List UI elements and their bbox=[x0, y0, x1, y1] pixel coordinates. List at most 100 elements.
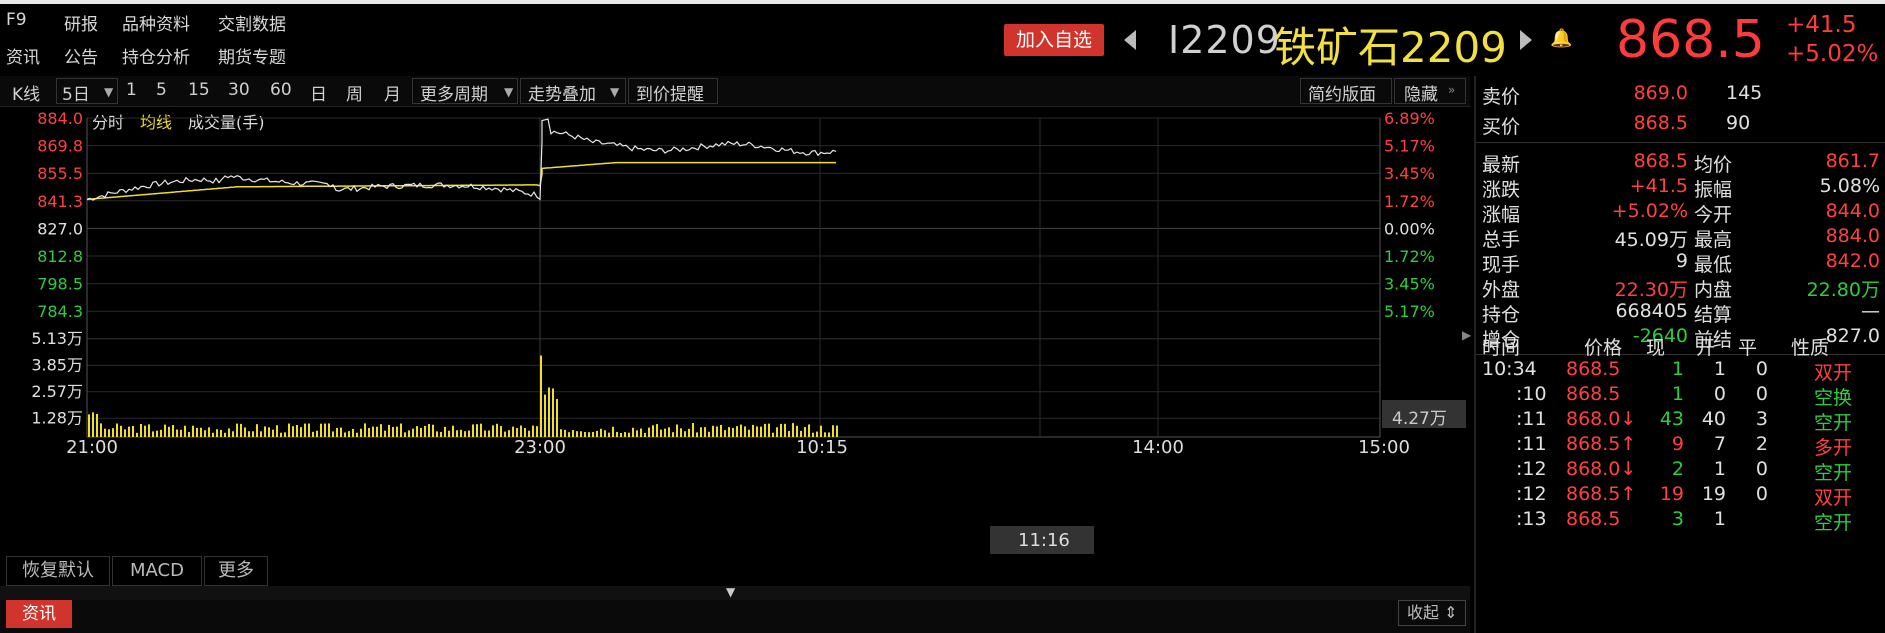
quote-label: 振幅 bbox=[1694, 179, 1733, 201]
price-tick-left: 827.0 bbox=[37, 219, 83, 238]
chart-grid bbox=[86, 117, 1381, 438]
next-arrow-icon[interactable] bbox=[1520, 30, 1532, 50]
tab-more[interactable]: 更多 bbox=[204, 556, 268, 586]
quote-value: +41.5 bbox=[1629, 175, 1688, 197]
kline-button[interactable]: K线 bbox=[12, 80, 40, 105]
tick-close: 0 bbox=[1755, 358, 1768, 380]
intraday-chart[interactable]: 884.0 6.89% 869.8 5.17% 855.5 3.45% 841.3 1.72%… bbox=[0, 106, 1470, 558]
price-tick-left: 798.5 bbox=[37, 275, 83, 294]
tick-time: :12 bbox=[1516, 483, 1547, 505]
quote-value: +5.02% bbox=[1611, 200, 1688, 222]
tick-type: 多开 bbox=[1814, 437, 1853, 459]
quote-value: 842.0 bbox=[1825, 250, 1880, 272]
tick-close: 3 bbox=[1755, 408, 1768, 430]
tick-close: 0 bbox=[1755, 383, 1768, 405]
quote-value: 22.80万 bbox=[1806, 279, 1880, 301]
tick-open: 1 bbox=[1713, 508, 1726, 530]
price-tick-right: 3.45% bbox=[1384, 164, 1435, 183]
tick-type: 空开 bbox=[1814, 462, 1853, 484]
period-day[interactable]: 日 bbox=[310, 80, 327, 105]
quote-value: 861.7 bbox=[1825, 150, 1880, 172]
more-period-label: 更多周期 bbox=[420, 85, 488, 105]
quote-label: 内盘 bbox=[1694, 279, 1733, 301]
tick-close: 0 bbox=[1755, 483, 1768, 505]
period-month[interactable]: 月 bbox=[384, 80, 401, 105]
tick-type: 双开 bbox=[1814, 487, 1853, 509]
quote-label: 均价 bbox=[1694, 154, 1733, 176]
collapse-arrow-icon[interactable]: ▼ bbox=[726, 585, 735, 599]
tick-type: 空换 bbox=[1814, 387, 1853, 409]
quote-label: 现手 bbox=[1482, 254, 1521, 276]
tick-open: 40 bbox=[1701, 408, 1726, 430]
tick-header: 开 bbox=[1696, 337, 1716, 359]
quote-value: 5.08% bbox=[1819, 175, 1880, 197]
last-price: 868.5 bbox=[1616, 10, 1765, 70]
price-tick-right: 1.72% bbox=[1384, 192, 1435, 211]
tick-now: 9 bbox=[1671, 433, 1684, 455]
tick-header: 性质 bbox=[1791, 337, 1830, 359]
price-tick-right: 3.45% bbox=[1384, 275, 1435, 294]
tick-now: 43 bbox=[1659, 408, 1684, 430]
tick-open: 1 bbox=[1713, 458, 1726, 480]
period-30[interactable]: 30 bbox=[228, 80, 250, 100]
x-tick: 15:00 bbox=[1358, 437, 1410, 458]
volume-bars bbox=[88, 355, 838, 437]
quote-label: 今开 bbox=[1694, 204, 1733, 226]
tick-open: 1 bbox=[1713, 358, 1726, 380]
menu-news[interactable]: 资讯 bbox=[6, 43, 40, 68]
menu-position-analysis[interactable]: 持仓分析 bbox=[122, 43, 190, 68]
tick-time: 10:34 bbox=[1482, 358, 1537, 380]
price-tick-left: 869.8 bbox=[37, 137, 83, 156]
panel-toggle-icon[interactable]: ▶ bbox=[1462, 328, 1471, 342]
price-tick-left: 884.0 bbox=[37, 109, 83, 128]
quote-label: 持仓 bbox=[1482, 304, 1521, 326]
menu-delivery-data[interactable]: 交割数据 bbox=[218, 10, 286, 35]
collapse-button[interactable]: 收起 ⇕ bbox=[1398, 600, 1466, 626]
tick-now: 19 bbox=[1659, 483, 1684, 505]
quote-label: 涨幅 bbox=[1482, 204, 1521, 226]
add-to-watchlist-button[interactable]: 加入自选 bbox=[1004, 24, 1104, 56]
period-5[interactable]: 5 bbox=[156, 80, 167, 100]
chevron-down-icon: ▼ bbox=[610, 85, 620, 99]
menu-product-info[interactable]: 品种资料 bbox=[122, 10, 190, 35]
period-select-value: 5日 bbox=[62, 85, 90, 105]
x-tick: 23:00 bbox=[514, 437, 566, 458]
tick-close: 0 bbox=[1755, 458, 1768, 480]
quote-label: 总手 bbox=[1482, 229, 1521, 251]
tick-now: 2 bbox=[1671, 458, 1684, 480]
chevron-down-icon: ▼ bbox=[104, 85, 114, 99]
period-week[interactable]: 周 bbox=[346, 80, 363, 105]
tab-macd[interactable]: MACD bbox=[112, 556, 202, 586]
price-tick-right: 1.72% bbox=[1384, 247, 1435, 266]
volume-tick: 3.85万 bbox=[31, 355, 83, 374]
menu-announcement[interactable]: 公告 bbox=[64, 43, 98, 68]
tick-header: 平 bbox=[1738, 337, 1758, 359]
volume-tick: 2.57万 bbox=[31, 382, 83, 401]
volume-marker-label: 4.27万 bbox=[1392, 409, 1447, 429]
news-bar bbox=[0, 600, 1470, 633]
quote-label: 最新 bbox=[1482, 154, 1521, 176]
change-value: +41.5 bbox=[1786, 12, 1857, 38]
x-tick: 21:00 bbox=[66, 437, 118, 458]
menu-research[interactable]: 研报 bbox=[64, 10, 98, 35]
tab-restore-default[interactable]: 恢复默认 bbox=[6, 556, 110, 586]
bell-icon[interactable]: 🔔 bbox=[1550, 28, 1572, 49]
menu-futures-topic[interactable]: 期货专题 bbox=[218, 43, 286, 68]
tick-type: 空开 bbox=[1814, 412, 1853, 434]
prev-arrow-icon[interactable] bbox=[1124, 30, 1136, 50]
price-tick-right: 5.17% bbox=[1384, 137, 1435, 156]
tick-close: 2 bbox=[1755, 433, 1768, 455]
period-60[interactable]: 60 bbox=[270, 80, 292, 100]
tick-header: 价格 bbox=[1584, 337, 1623, 359]
tick-now: 1 bbox=[1671, 358, 1684, 380]
news-tab[interactable]: 资讯 bbox=[6, 600, 72, 628]
tick-time: :11 bbox=[1516, 408, 1547, 430]
quote-value: 22.30万 bbox=[1614, 279, 1688, 301]
quote-value: 884.0 bbox=[1825, 225, 1880, 247]
period-15[interactable]: 15 bbox=[188, 80, 210, 100]
price-tick-left: 784.3 bbox=[37, 302, 83, 321]
menu-f9[interactable]: F9 bbox=[6, 10, 27, 30]
price-tick-left: 841.3 bbox=[37, 192, 83, 211]
period-1[interactable]: 1 bbox=[126, 80, 137, 100]
tick-time: :10 bbox=[1516, 383, 1547, 405]
